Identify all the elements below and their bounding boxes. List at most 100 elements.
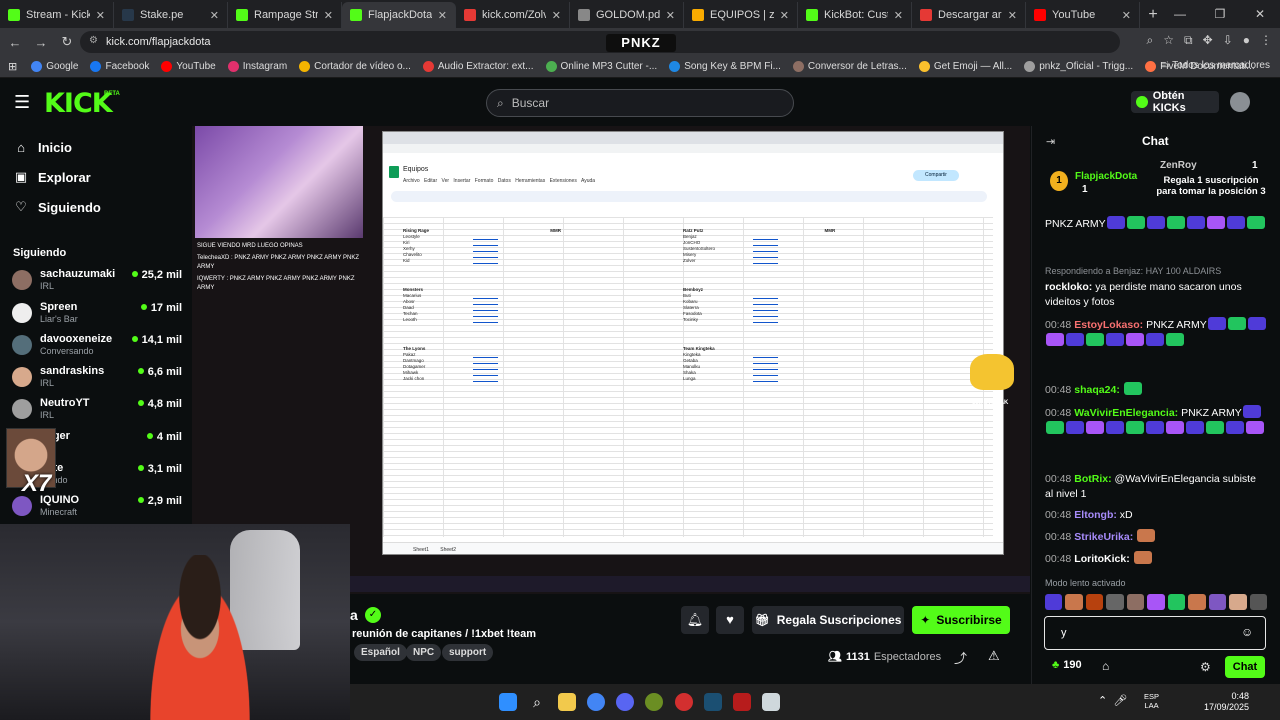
emote-icon[interactable] <box>1249 594 1267 610</box>
extensions-puzzle-icon[interactable]: ✥ <box>1203 33 1213 48</box>
get-kicks-button[interactable]: Obtén KICKs <box>1131 90 1219 114</box>
app-icon[interactable] <box>762 693 780 711</box>
emote-icon[interactable] <box>1208 594 1227 610</box>
emote-icon[interactable] <box>1126 594 1145 610</box>
nav-inicio[interactable]: ⌂ Inicio <box>14 140 72 155</box>
gift-cta[interactable]: Regala 1 suscripción para tomar la posic… <box>1156 175 1266 197</box>
nav-explorar[interactable]: ▣ Explorar <box>14 169 91 185</box>
gift-subs-button[interactable]: 🎁︎ Regala Suscripciones <box>752 606 904 634</box>
forward-icon[interactable]: → <box>32 35 50 50</box>
all-bookmarks[interactable]: ▭ Todos los marcadores <box>1160 60 1270 71</box>
browser-tab[interactable]: EQUIPOS | zeint ✕ <box>684 2 798 28</box>
chat-settings-gear-icon[interactable]: ⚙ <box>1200 660 1211 674</box>
chat-message[interactable]: 00:48 EstoyLokaso: PNKZ ARMY <box>1045 317 1267 349</box>
chat-message[interactable]: rockloko: ya perdiste mano sacaron unos … <box>1045 280 1267 310</box>
dota-icon[interactable] <box>733 693 751 711</box>
bookmark-item[interactable]: Song Key & BPM Fi... <box>663 61 787 72</box>
menu-dots-icon[interactable]: ⋮ <box>1260 33 1272 48</box>
address-bar[interactable]: ⚙ kick.com/flapjackdota <box>80 31 1120 53</box>
message-username[interactable]: rockloko <box>1045 281 1089 293</box>
tab-close-icon[interactable]: ✕ <box>210 9 219 22</box>
browser-tab[interactable]: GOLDOM.pdf ✕ <box>570 2 684 28</box>
browser-tab[interactable]: YouTube ✕ <box>1026 2 1140 28</box>
emoji-picker-icon[interactable]: ☺ <box>1241 625 1253 639</box>
tab-close-icon[interactable]: ✕ <box>552 9 561 22</box>
menu-hamburger-icon[interactable]: ☰ <box>14 92 30 113</box>
following-item[interactable]: NeutroYT IRL 4,8 mil <box>12 397 182 425</box>
bookmark-item[interactable]: Cortador de vídeo o... <box>293 61 417 72</box>
streamer-name[interactable]: a <box>350 607 358 623</box>
message-username[interactable]: Eltongb <box>1074 509 1113 521</box>
maximize-button[interactable]: ❐ <box>1200 0 1240 28</box>
following-item[interactable]: davooxeneize Conversando 14,1 mil <box>12 333 182 361</box>
subscribe-button[interactable]: ✦ Suscribirse <box>912 606 1010 634</box>
discord-icon[interactable] <box>616 693 634 711</box>
channel-points[interactable]: ♣ 190 <box>1052 659 1082 671</box>
tab-close-icon[interactable]: ✕ <box>894 9 903 22</box>
following-item[interactable]: IQUINO Minecraft 2,9 mil <box>12 494 182 522</box>
message-username[interactable]: StrikeUrika <box>1074 531 1129 543</box>
report-warning-icon[interactable]: ⚠ <box>988 648 1000 664</box>
bookmark-item[interactable]: Get Emoji — All... <box>913 61 1018 72</box>
chat-input[interactable]: y <box>1044 616 1266 650</box>
tab-close-icon[interactable]: ✕ <box>438 9 447 22</box>
keyboard-language[interactable]: ESP LAA <box>1144 692 1159 710</box>
chat-store-icon[interactable]: ⌂ <box>1102 659 1109 673</box>
following-item[interactable]: sandraskins IRL 6,6 mil <box>12 365 182 393</box>
bookmark-item[interactable]: Facebook <box>84 61 155 72</box>
chat-message[interactable]: 00:48 WaVivirEnElegancia: PNKZ ARMY <box>1045 405 1267 437</box>
browser-tab[interactable]: FlapjackDota ✕ <box>342 2 456 28</box>
chat-message[interactable]: PNKZ ARMY <box>1045 216 1267 232</box>
browser-tab[interactable]: Rampage Stream ✕ <box>228 2 342 28</box>
search-input[interactable]: ⌕ Buscar <box>486 89 794 117</box>
tab-close-icon[interactable]: ✕ <box>1122 9 1131 22</box>
tag-support[interactable]: support <box>442 644 494 661</box>
bookmark-item[interactable]: Instagram <box>222 61 293 72</box>
site-info-icon[interactable]: ⚙ <box>89 35 98 46</box>
reload-icon[interactable]: ↻ <box>58 34 76 50</box>
zoom-icon[interactable]: ⌕ <box>1147 33 1154 48</box>
tab-close-icon[interactable]: ✕ <box>666 9 675 22</box>
share-icon[interactable]: ⤴ <box>954 648 967 667</box>
obs-icon[interactable] <box>675 693 693 711</box>
downloads-icon[interactable]: ⇩ <box>1223 33 1233 48</box>
send-chat-button[interactable]: Chat <box>1225 656 1265 678</box>
system-clock[interactable]: 0:48 17/09/2025 <box>1204 691 1249 713</box>
bookmark-item[interactable]: Audio Extractor: ext... <box>417 61 540 72</box>
chat-message[interactable]: 00:48 shaqa24: <box>1045 382 1267 398</box>
browser-tab[interactable]: KickBot: Custom ✕ <box>798 2 912 28</box>
browser-tab[interactable]: Descargar archiv ✕ <box>912 2 1026 28</box>
tag-npc[interactable]: NPC <box>406 644 442 661</box>
user-avatar[interactable] <box>1230 92 1250 112</box>
bookmark-item[interactable]: Conversor de Letras... <box>787 61 913 72</box>
close-window-button[interactable]: ✕ <box>1240 0 1280 28</box>
bookmark-star-icon[interactable]: ☆ <box>1163 33 1174 48</box>
browser-tab[interactable]: kick.com/ZolveR ✕ <box>456 2 570 28</box>
bookmark-item[interactable]: Google <box>25 61 84 72</box>
browser-tab[interactable]: Stake.pe ✕ <box>114 2 228 28</box>
emote-icon[interactable] <box>1106 594 1124 610</box>
emote-icon[interactable] <box>1167 594 1186 610</box>
chat-message[interactable]: 00:48 Eltongb: xD <box>1045 508 1267 523</box>
emote-icon[interactable] <box>1229 594 1247 610</box>
chat-message[interactable]: 00:48 StrikeUrika: <box>1045 529 1267 545</box>
message-username[interactable]: EstoyLokaso <box>1074 319 1139 331</box>
emote-icon[interactable] <box>1147 594 1165 610</box>
following-item[interactable]: Spreen Liar's Bar 17 mil <box>12 301 182 329</box>
nav-siguiendo[interactable]: ♡ Siguiendo <box>14 199 101 215</box>
tab-close-icon[interactable]: ✕ <box>1008 9 1017 22</box>
kick-logo[interactable]: KICK <box>44 88 113 119</box>
back-icon[interactable]: ← <box>6 35 24 50</box>
emote-icon[interactable] <box>1188 594 1206 610</box>
message-username[interactable]: BotRix <box>1074 473 1108 485</box>
app-icon[interactable] <box>645 693 663 711</box>
tab-close-icon[interactable]: ✕ <box>780 9 789 22</box>
windows-start-icon[interactable] <box>499 693 517 711</box>
bookmark-item[interactable]: YouTube <box>155 61 221 72</box>
follow-heart-icon[interactable]: ♥ <box>716 606 744 634</box>
tab-close-icon[interactable]: ✕ <box>96 9 105 22</box>
profile-icon[interactable]: ● <box>1243 33 1250 48</box>
emote-icon[interactable] <box>1045 594 1063 610</box>
notification-bell-icon[interactable]: 🔔︎ <box>681 606 709 634</box>
chrome-icon[interactable] <box>587 693 605 711</box>
